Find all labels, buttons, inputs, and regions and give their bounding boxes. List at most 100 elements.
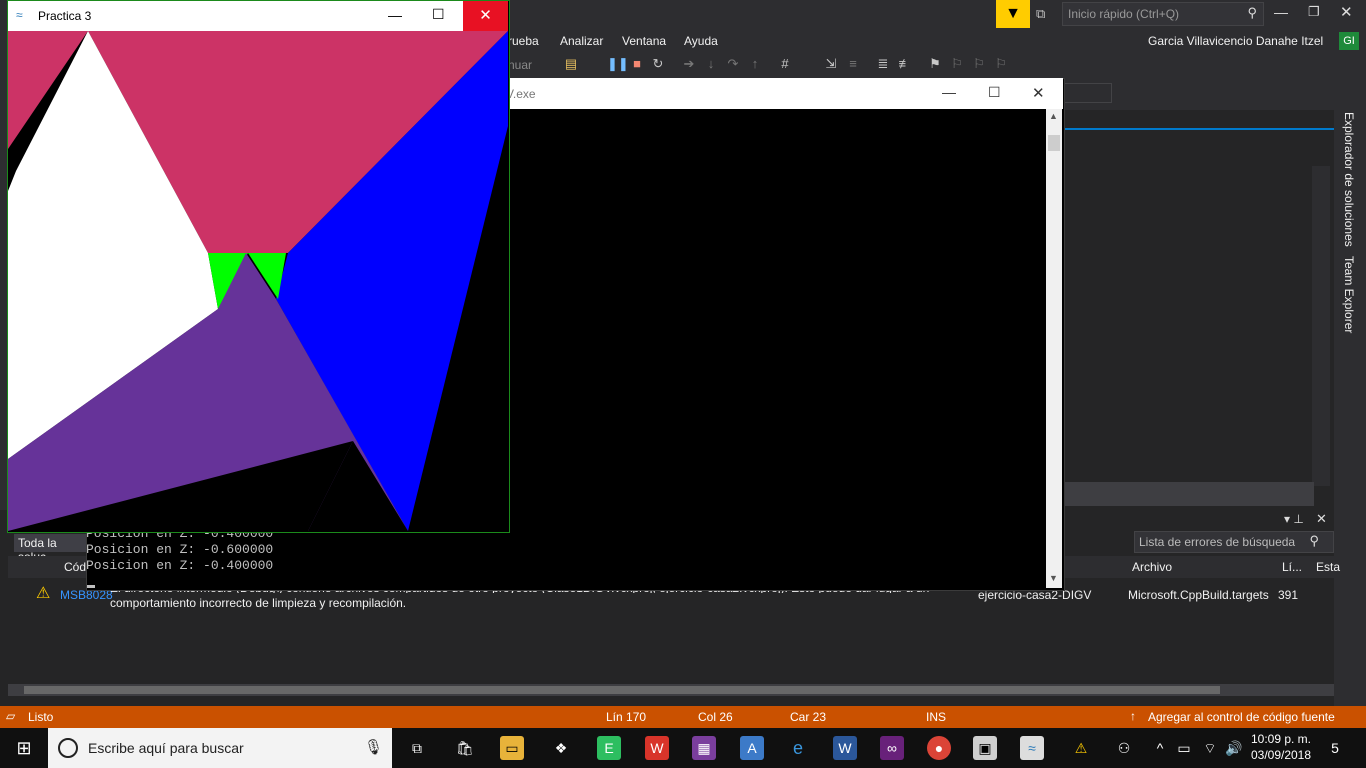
col-code[interactable]: Cód bbox=[64, 560, 86, 574]
file-explorer-icon[interactable]: ▭ bbox=[500, 736, 524, 760]
wifi-icon[interactable]: ⌔ bbox=[1198, 736, 1222, 760]
edge-icon[interactable]: e bbox=[786, 736, 810, 760]
statusbar-window-icon[interactable]: ▱ bbox=[6, 709, 15, 723]
gl-maximize-button[interactable]: ☐ bbox=[432, 6, 445, 23]
taskbar-clock[interactable]: 10:09 p. m. 03/09/2018 bbox=[1246, 731, 1316, 765]
warning-icon: ⚠ bbox=[36, 585, 51, 602]
continue-button[interactable]: nuar bbox=[508, 58, 532, 72]
gl-minimize-button[interactable]: — bbox=[388, 7, 402, 23]
col-state[interactable]: Esta bbox=[1316, 560, 1340, 574]
panel-scrollbar[interactable] bbox=[1312, 166, 1330, 486]
task-view-icon[interactable]: ⧉ bbox=[405, 736, 429, 760]
user-name[interactable]: Garcia Villavicencio Danahe Itzel bbox=[1148, 34, 1323, 48]
console-minimize-button[interactable]: — bbox=[942, 84, 956, 100]
volume-icon[interactable]: 🔊 bbox=[1222, 736, 1246, 760]
console-maximize-button[interactable]: ☐ bbox=[988, 84, 1001, 101]
clear-bookmarks-icon[interactable]: ⚐ bbox=[993, 56, 1009, 72]
console-title: V.exe bbox=[506, 87, 536, 101]
pause-icon[interactable]: ❚❚ bbox=[607, 56, 629, 72]
panel-close-icon[interactable]: ✕ bbox=[1316, 511, 1327, 527]
start-icon[interactable]: ⊞ bbox=[12, 736, 36, 760]
console-scroll-thumb[interactable] bbox=[1048, 135, 1060, 151]
gl-title: Practica 3 bbox=[38, 9, 92, 23]
scroll-thumb[interactable] bbox=[24, 686, 1220, 694]
error-line: 391 bbox=[1278, 588, 1299, 602]
console-scrollbar[interactable]: ▲ ▼ bbox=[1046, 109, 1062, 588]
menu-analizar[interactable]: Analizar bbox=[560, 34, 603, 48]
step-out-icon[interactable]: ↑ bbox=[747, 56, 763, 72]
minimize-button[interactable]: — bbox=[1274, 4, 1290, 20]
gl-close-button[interactable]: ✕ bbox=[463, 1, 508, 31]
winrar-icon[interactable]: ▦ bbox=[692, 736, 716, 760]
network-warning-icon[interactable]: ⚠ bbox=[1069, 736, 1093, 760]
comment-icon[interactable]: ≣ bbox=[875, 56, 891, 72]
notification-count: 5 bbox=[1331, 740, 1339, 756]
close-button[interactable]: ✕ bbox=[1340, 3, 1356, 21]
hex-display-icon[interactable]: # bbox=[777, 56, 793, 72]
notifications-button[interactable]: 5 bbox=[1322, 736, 1348, 760]
outdent-icon[interactable]: ≡ bbox=[845, 56, 861, 72]
microphone-icon[interactable]: 🎙 bbox=[364, 738, 383, 756]
console-line: Posicion en Z: -0.400000 bbox=[86, 558, 274, 573]
word-icon[interactable]: W bbox=[833, 736, 857, 760]
evernote-icon[interactable]: E bbox=[597, 736, 621, 760]
col-line[interactable]: Lí... bbox=[1282, 560, 1302, 574]
thread-icon[interactable]: ⇲ bbox=[823, 56, 839, 72]
status-ready: Listo bbox=[28, 710, 54, 724]
writer-icon[interactable]: A bbox=[740, 736, 764, 760]
status-line: Lín 170 bbox=[606, 710, 647, 724]
console-scroll-down-icon[interactable]: ▼ bbox=[1049, 573, 1058, 583]
error-description-2: comportamiento incorrecto de limpieza y … bbox=[110, 596, 407, 610]
feedback-icon[interactable]: ⧉ bbox=[1036, 6, 1052, 22]
stop-icon[interactable]: ■ bbox=[629, 56, 645, 72]
pin-icon[interactable]: ▾ ⊥ bbox=[1284, 512, 1304, 526]
restart-icon[interactable]: ↻ bbox=[650, 56, 666, 72]
user-avatar[interactable]: GI bbox=[1339, 32, 1359, 50]
clock-date: 03/09/2018 bbox=[1250, 748, 1312, 762]
prev-bookmark-icon[interactable]: ⚐ bbox=[949, 56, 965, 72]
menu-ventana[interactable]: Ventana bbox=[622, 34, 666, 48]
people-icon[interactable]: ⚇ bbox=[1112, 736, 1136, 760]
chrome-icon[interactable]: ● bbox=[927, 736, 951, 760]
menu-ayuda[interactable]: Ayuda bbox=[684, 34, 718, 48]
tray-chevron-icon[interactable]: ^ bbox=[1148, 736, 1172, 760]
console-scroll-up-icon[interactable]: ▲ bbox=[1049, 111, 1058, 121]
tab-solution-explorer[interactable]: Explorador de soluciones bbox=[1342, 112, 1356, 247]
clock-time: 10:09 p. m. bbox=[1250, 732, 1312, 746]
tab-team-explorer[interactable]: Team Explorer bbox=[1342, 256, 1356, 333]
battery-icon[interactable]: ▭ bbox=[1172, 736, 1196, 760]
restore-button[interactable]: ❐ bbox=[1308, 4, 1324, 20]
uncomment-icon[interactable]: ≢ bbox=[897, 56, 913, 72]
status-car: Car 23 bbox=[790, 710, 827, 724]
quick-launch-input[interactable]: Inicio rápido (Ctrl+Q) ⚲ bbox=[1062, 2, 1264, 26]
next-bookmark-icon[interactable]: ⚐ bbox=[971, 56, 987, 72]
app-icon: ≈ bbox=[16, 8, 23, 22]
error-hscrollbar[interactable] bbox=[8, 684, 1334, 696]
cortana-icon bbox=[58, 738, 78, 758]
menu-prueba[interactable]: rueba bbox=[508, 34, 539, 48]
quick-launch-placeholder: Inicio rápido (Ctrl+Q) bbox=[1068, 7, 1180, 21]
step-into-icon[interactable]: ↓ bbox=[703, 56, 719, 72]
step-over-icon[interactable]: ↷ bbox=[725, 56, 741, 72]
console-close-button[interactable]: ✕ bbox=[1032, 84, 1045, 102]
gl-canvas[interactable] bbox=[8, 31, 508, 531]
add-source-control-button[interactable]: Agregar al control de código fuente bbox=[1148, 710, 1335, 724]
store-icon[interactable]: 🛍 bbox=[453, 736, 477, 760]
visual-studio-icon[interactable]: ∞ bbox=[880, 736, 904, 760]
opengl-app-icon[interactable]: ≈ bbox=[1020, 736, 1044, 760]
taskbar-search[interactable]: Escribe aquí para buscar 🎙 bbox=[48, 728, 392, 768]
taskbar-search-placeholder: Escribe aquí para buscar bbox=[88, 740, 244, 756]
config-dropdown[interactable] bbox=[1062, 83, 1112, 103]
show-next-statement-icon[interactable]: ➔ bbox=[681, 56, 697, 72]
horizontal-scrollbar[interactable] bbox=[1062, 482, 1314, 506]
console-app-icon[interactable]: ▣ bbox=[973, 736, 997, 760]
wps-icon[interactable]: W bbox=[645, 736, 669, 760]
filter-icon[interactable]: ▼ bbox=[996, 0, 1030, 28]
attach-icon[interactable]: ▤ bbox=[563, 56, 579, 72]
scope-dropdown[interactable]: Toda la soluc bbox=[14, 534, 86, 564]
search-icon: ⚲ bbox=[1309, 533, 1319, 548]
error-search-input[interactable]: Lista de errores de búsqueda ⚲ bbox=[1134, 531, 1334, 553]
col-file[interactable]: Archivo bbox=[1132, 560, 1172, 574]
dropbox-icon[interactable]: ❖ bbox=[549, 736, 573, 760]
bookmark-icon[interactable]: ⚑ bbox=[927, 56, 943, 72]
